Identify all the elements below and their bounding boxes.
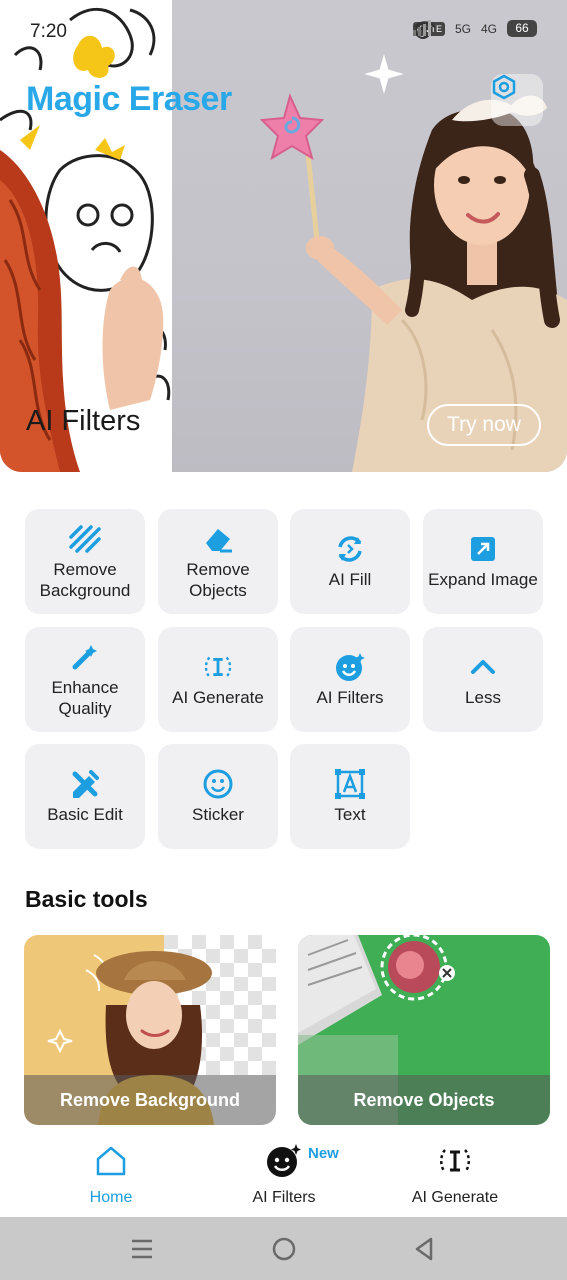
tool-label: AI Filters bbox=[316, 688, 384, 707]
nav-home[interactable]: Home bbox=[80, 1135, 142, 1217]
new-badge: New bbox=[308, 1145, 339, 1162]
tool-text[interactable]: Text bbox=[290, 744, 410, 849]
tool-ai-generate[interactable]: AI Generate bbox=[158, 627, 278, 732]
text-box-icon bbox=[334, 768, 366, 800]
status-bar: 7:20 VoLTE 5G 4G 66 bbox=[0, 0, 567, 64]
back-triangle-icon bbox=[415, 1237, 433, 1261]
home-button[interactable] bbox=[266, 1231, 302, 1267]
edit-tools-icon bbox=[69, 768, 101, 800]
try-now-button[interactable]: Try now bbox=[427, 404, 541, 446]
tool-label: Enhance Quality bbox=[51, 677, 119, 718]
menu-lines-icon bbox=[132, 1239, 152, 1259]
tool-label: Less bbox=[465, 688, 501, 707]
magic-wand-icon bbox=[69, 641, 101, 673]
text-cursor-icon bbox=[202, 651, 234, 683]
face-filter-icon bbox=[334, 651, 366, 683]
face-filter-icon bbox=[266, 1143, 302, 1179]
signal-icon-2 bbox=[412, 20, 431, 36]
nav-label: Home bbox=[89, 1189, 133, 1206]
tool-ai-filters[interactable]: AI Filters bbox=[290, 627, 410, 732]
settings-button[interactable] bbox=[491, 74, 543, 126]
nav-label: AI Generate bbox=[411, 1189, 499, 1206]
back-button[interactable] bbox=[406, 1231, 442, 1267]
settings-hex-icon bbox=[492, 74, 516, 100]
text-cursor-icon bbox=[437, 1143, 473, 1179]
hero-banner[interactable]: 7:20 VoLTE 5G 4G 66 Magic Eraser AI Filt… bbox=[0, 0, 567, 472]
tool-remove-background[interactable]: Remove Background bbox=[25, 509, 145, 614]
card-label: Remove Objects bbox=[353, 1089, 495, 1110]
expand-icon bbox=[467, 533, 499, 565]
tool-label: AI Fill bbox=[328, 570, 372, 589]
nav-ai-generate[interactable]: AI Generate bbox=[405, 1135, 505, 1217]
tool-label: AI Generate bbox=[172, 688, 264, 707]
bottom-nav: Home AI Filters New AI Generate bbox=[0, 1135, 567, 1217]
tool-label: Expand Image bbox=[428, 570, 538, 589]
stripes-icon bbox=[69, 523, 101, 555]
tool-enhance-quality[interactable]: Enhance Quality bbox=[25, 627, 145, 732]
app-title: Magic Eraser bbox=[26, 80, 232, 118]
tool-remove-objects[interactable]: Remove Objects bbox=[158, 509, 278, 614]
chevron-up-icon bbox=[467, 651, 499, 683]
section-title-basic-tools: Basic tools bbox=[25, 886, 148, 912]
network-5g-label: 5G bbox=[454, 21, 471, 36]
tool-label: Text bbox=[334, 805, 366, 824]
hero-left-panel bbox=[0, 0, 172, 472]
smiley-icon bbox=[202, 768, 234, 800]
girl-photo bbox=[259, 54, 567, 472]
system-navigation-bar bbox=[0, 1217, 567, 1280]
recent-apps-button[interactable] bbox=[124, 1231, 160, 1267]
tool-label: Remove Background bbox=[39, 559, 131, 600]
tool-ai-fill[interactable]: AI Fill bbox=[290, 509, 410, 614]
circle-home-icon bbox=[272, 1237, 296, 1261]
tool-label: Basic Edit bbox=[47, 805, 123, 824]
banner-title: AI Filters bbox=[26, 405, 141, 437]
tool-sticker[interactable]: Sticker bbox=[158, 744, 278, 849]
card-remove-background[interactable]: Remove Background bbox=[24, 935, 276, 1125]
card-label-bar: Remove Background bbox=[24, 1075, 276, 1125]
tool-label: Sticker bbox=[192, 805, 244, 824]
eraser-icon bbox=[202, 523, 234, 555]
tool-expand-image[interactable]: Expand Image bbox=[423, 509, 543, 614]
nav-label: AI Filters bbox=[252, 1189, 316, 1206]
status-icons: VoLTE 5G 4G 66 bbox=[412, 20, 537, 39]
home-icon bbox=[93, 1143, 129, 1179]
card-label: Remove Background bbox=[59, 1089, 241, 1110]
tool-label: Remove Objects bbox=[186, 559, 250, 600]
refresh-fill-icon bbox=[334, 533, 366, 565]
doodle-illustration bbox=[0, 7, 171, 472]
battery-indicator: 66 bbox=[507, 20, 537, 37]
network-4g-label: 4G bbox=[480, 21, 497, 36]
hero-right-panel bbox=[172, 0, 567, 472]
card-remove-objects[interactable]: Remove Objects bbox=[298, 935, 550, 1125]
status-time: 7:20 bbox=[30, 21, 67, 42]
tool-basic-edit[interactable]: Basic Edit bbox=[25, 744, 145, 849]
tool-less[interactable]: Less bbox=[423, 627, 543, 732]
card-label-bar: Remove Objects bbox=[298, 1075, 550, 1125]
